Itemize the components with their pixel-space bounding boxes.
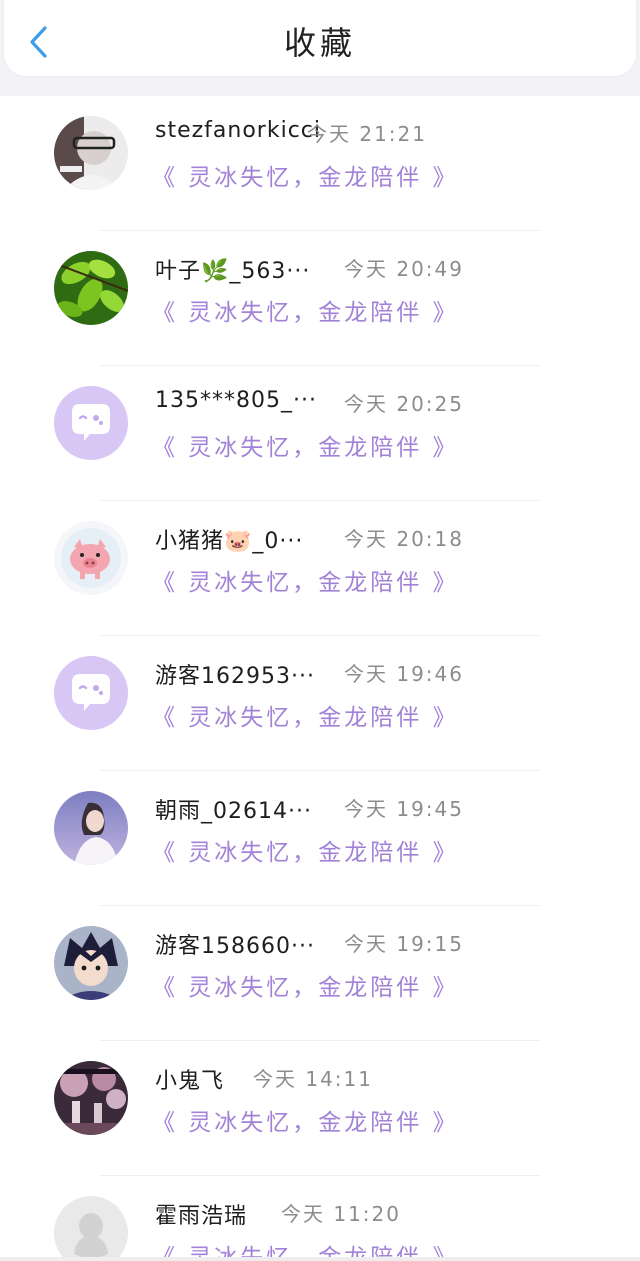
list-item[interactable]: 135***805_··· 今天 20:25 《 灵冰失忆，金龙陪伴 》 bbox=[0, 366, 640, 501]
book-title[interactable]: 《 灵冰失忆，金龙陪伴 》 bbox=[152, 428, 459, 462]
favorites-page: 收藏 stezfanorkicci 今天 21:21 《 灵冰失忆，金龙陪伴 》 bbox=[0, 0, 640, 1261]
user-name: 朝雨_02614··· bbox=[155, 799, 312, 824]
list-item[interactable]: 朝雨_02614··· 今天 19:45 《 灵冰失忆，金龙陪伴 》 bbox=[0, 771, 640, 906]
user-name: 霍雨浩瑞 bbox=[155, 1204, 248, 1229]
list-item[interactable]: 小鬼飞 今天 14:11 《 灵冰失忆，金龙陪伴 》 bbox=[0, 1041, 640, 1176]
page-title: 收藏 bbox=[283, 24, 356, 62]
user-name: 叶子🌿_563··· bbox=[155, 259, 311, 284]
timestamp: 今天 20:49 bbox=[344, 257, 464, 281]
book-title[interactable]: 《 灵冰失忆，金龙陪伴 》 bbox=[152, 968, 459, 1002]
user-name: 小猪猪🐷_0··· bbox=[155, 529, 304, 554]
book-title[interactable]: 《 灵冰失忆，金龙陪伴 》 bbox=[152, 293, 459, 327]
chat-bubble-icon bbox=[54, 386, 128, 460]
favorites-list: stezfanorkicci 今天 21:21 《 灵冰失忆，金龙陪伴 》 叶子… bbox=[0, 96, 640, 1261]
timestamp: 今天 19:45 bbox=[344, 797, 464, 821]
avatar bbox=[54, 386, 128, 460]
list-item[interactable]: stezfanorkicci 今天 21:21 《 灵冰失忆，金龙陪伴 》 bbox=[0, 96, 640, 231]
pig-icon bbox=[54, 521, 128, 595]
avatar bbox=[54, 926, 128, 1000]
bottom-edge bbox=[0, 1257, 640, 1261]
timestamp: 今天 11:20 bbox=[281, 1202, 401, 1226]
chat-bubble-icon bbox=[54, 656, 128, 730]
timestamp: 今天 19:46 bbox=[344, 662, 464, 686]
avatar bbox=[54, 791, 128, 865]
user-name: 游客162953··· bbox=[155, 664, 315, 689]
list-item[interactable]: 游客158660··· 今天 19:15 《 灵冰失忆，金龙陪伴 》 bbox=[0, 906, 640, 1041]
book-title[interactable]: 《 灵冰失忆，金龙陪伴 》 bbox=[152, 833, 459, 867]
book-title[interactable]: 《 灵冰失忆，金龙陪伴 》 bbox=[152, 698, 459, 732]
default-user-icon bbox=[54, 1196, 128, 1261]
avatar bbox=[54, 1196, 128, 1261]
user-name: stezfanorkicci bbox=[155, 118, 322, 143]
avatar bbox=[54, 656, 128, 730]
avatar bbox=[54, 521, 128, 595]
timestamp: 今天 20:25 bbox=[344, 392, 464, 416]
list-item[interactable]: 霍雨浩瑞 今天 11:20 《 灵冰失忆，金龙陪伴 》 bbox=[0, 1176, 640, 1261]
avatar bbox=[54, 1061, 128, 1135]
list-item[interactable]: 小猪猪🐷_0··· 今天 20:18 《 灵冰失忆，金龙陪伴 》 bbox=[0, 501, 640, 636]
avatar bbox=[54, 251, 128, 325]
header: 收藏 bbox=[0, 0, 640, 96]
header-card: 收藏 bbox=[4, 0, 636, 76]
timestamp: 今天 20:18 bbox=[344, 527, 464, 551]
book-title[interactable]: 《 灵冰失忆，金龙陪伴 》 bbox=[152, 158, 459, 192]
list-item[interactable]: 叶子🌿_563··· 今天 20:49 《 灵冰失忆，金龙陪伴 》 bbox=[0, 231, 640, 366]
list-item[interactable]: 游客162953··· 今天 19:46 《 灵冰失忆，金龙陪伴 》 bbox=[0, 636, 640, 771]
timestamp: 今天 14:11 bbox=[253, 1067, 373, 1091]
timestamp: 今天 21:21 bbox=[307, 122, 427, 146]
user-name: 小鬼飞 bbox=[155, 1069, 225, 1094]
timestamp: 今天 19:15 bbox=[344, 932, 464, 956]
book-title[interactable]: 《 灵冰失忆，金龙陪伴 》 bbox=[152, 563, 459, 597]
book-title[interactable]: 《 灵冰失忆，金龙陪伴 》 bbox=[152, 1103, 459, 1137]
user-name: 游客158660··· bbox=[155, 934, 315, 959]
user-name: 135***805_··· bbox=[155, 388, 317, 413]
avatar bbox=[54, 116, 128, 190]
